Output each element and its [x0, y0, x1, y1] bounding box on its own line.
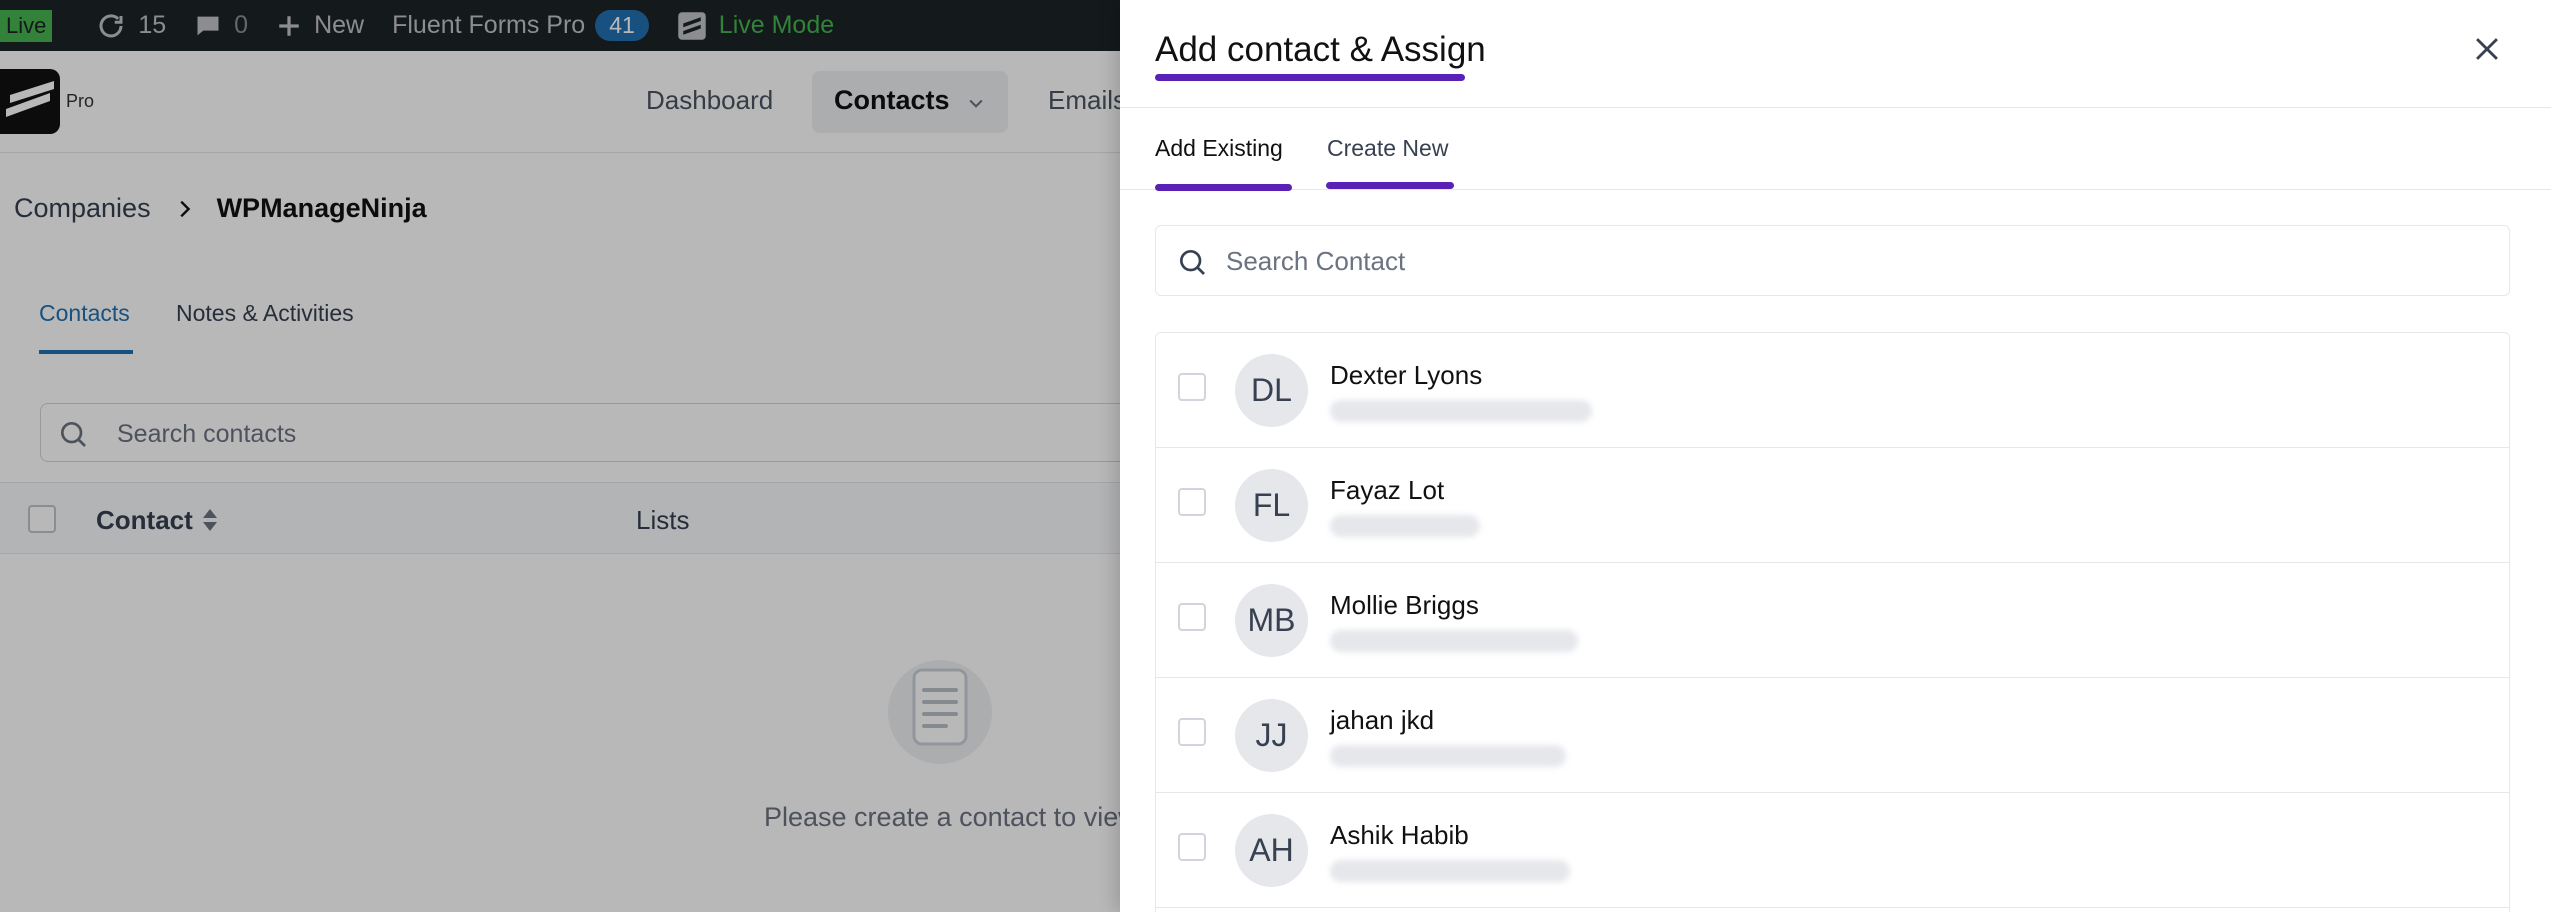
contact-email-redacted	[1330, 860, 1570, 882]
contact-list: DL Dexter Lyons FL Fayaz Lot MB Mollie B…	[1155, 332, 2510, 912]
contact-search-box	[1155, 225, 2510, 296]
contact-search-input[interactable]	[1226, 238, 2486, 284]
avatar: AH	[1235, 814, 1308, 887]
title-highlight-underline	[1155, 74, 1465, 81]
tab-create-new[interactable]: Create New	[1327, 135, 1448, 162]
contact-checkbox[interactable]	[1178, 603, 1206, 631]
contact-name: Ashik Habib	[1330, 820, 1469, 850]
contact-email-redacted	[1330, 630, 1578, 652]
list-item[interactable]: JJ jahan jkd	[1156, 678, 2509, 793]
list-item[interactable]: DL Dexter Lyons	[1156, 333, 2509, 448]
contact-email-redacted	[1330, 400, 1592, 422]
list-item[interactable]: AH Ashik Habib	[1156, 793, 2509, 908]
close-icon[interactable]	[2470, 32, 2504, 66]
drawer-header: Add contact & Assign	[1120, 0, 2551, 108]
avatar: MB	[1235, 584, 1308, 657]
contact-email-redacted	[1330, 515, 1480, 537]
tab-add-existing[interactable]: Add Existing	[1155, 135, 1283, 162]
contact-name: jahan jkd	[1330, 705, 1435, 735]
contact-email-redacted	[1330, 745, 1566, 767]
tab-create-new-underline	[1326, 182, 1454, 189]
avatar: FL	[1235, 469, 1308, 542]
add-contact-drawer: Add contact & Assign Add Existing Create…	[1120, 0, 2551, 912]
contact-checkbox[interactable]	[1178, 833, 1206, 861]
contact-checkbox[interactable]	[1178, 718, 1206, 746]
contact-checkbox[interactable]	[1178, 373, 1206, 401]
search-icon	[1180, 250, 1205, 275]
avatar: DL	[1235, 354, 1308, 427]
drawer-title: Add contact & Assign	[1155, 30, 1486, 69]
contact-checkbox[interactable]	[1178, 488, 1206, 516]
contact-name: Dexter Lyons	[1330, 360, 1483, 390]
list-item[interactable]: MB Mollie Briggs	[1156, 563, 2509, 678]
drawer-tabs: Add Existing Create New	[1120, 108, 2551, 191]
tab-add-existing-underline	[1155, 184, 1292, 191]
contact-name: Fayaz Lot	[1330, 475, 1445, 505]
avatar: JJ	[1235, 699, 1308, 772]
contact-name: Mollie Briggs	[1330, 590, 1479, 620]
modal-backdrop[interactable]	[0, 0, 1120, 912]
list-item[interactable]: FL Fayaz Lot	[1156, 448, 2509, 563]
